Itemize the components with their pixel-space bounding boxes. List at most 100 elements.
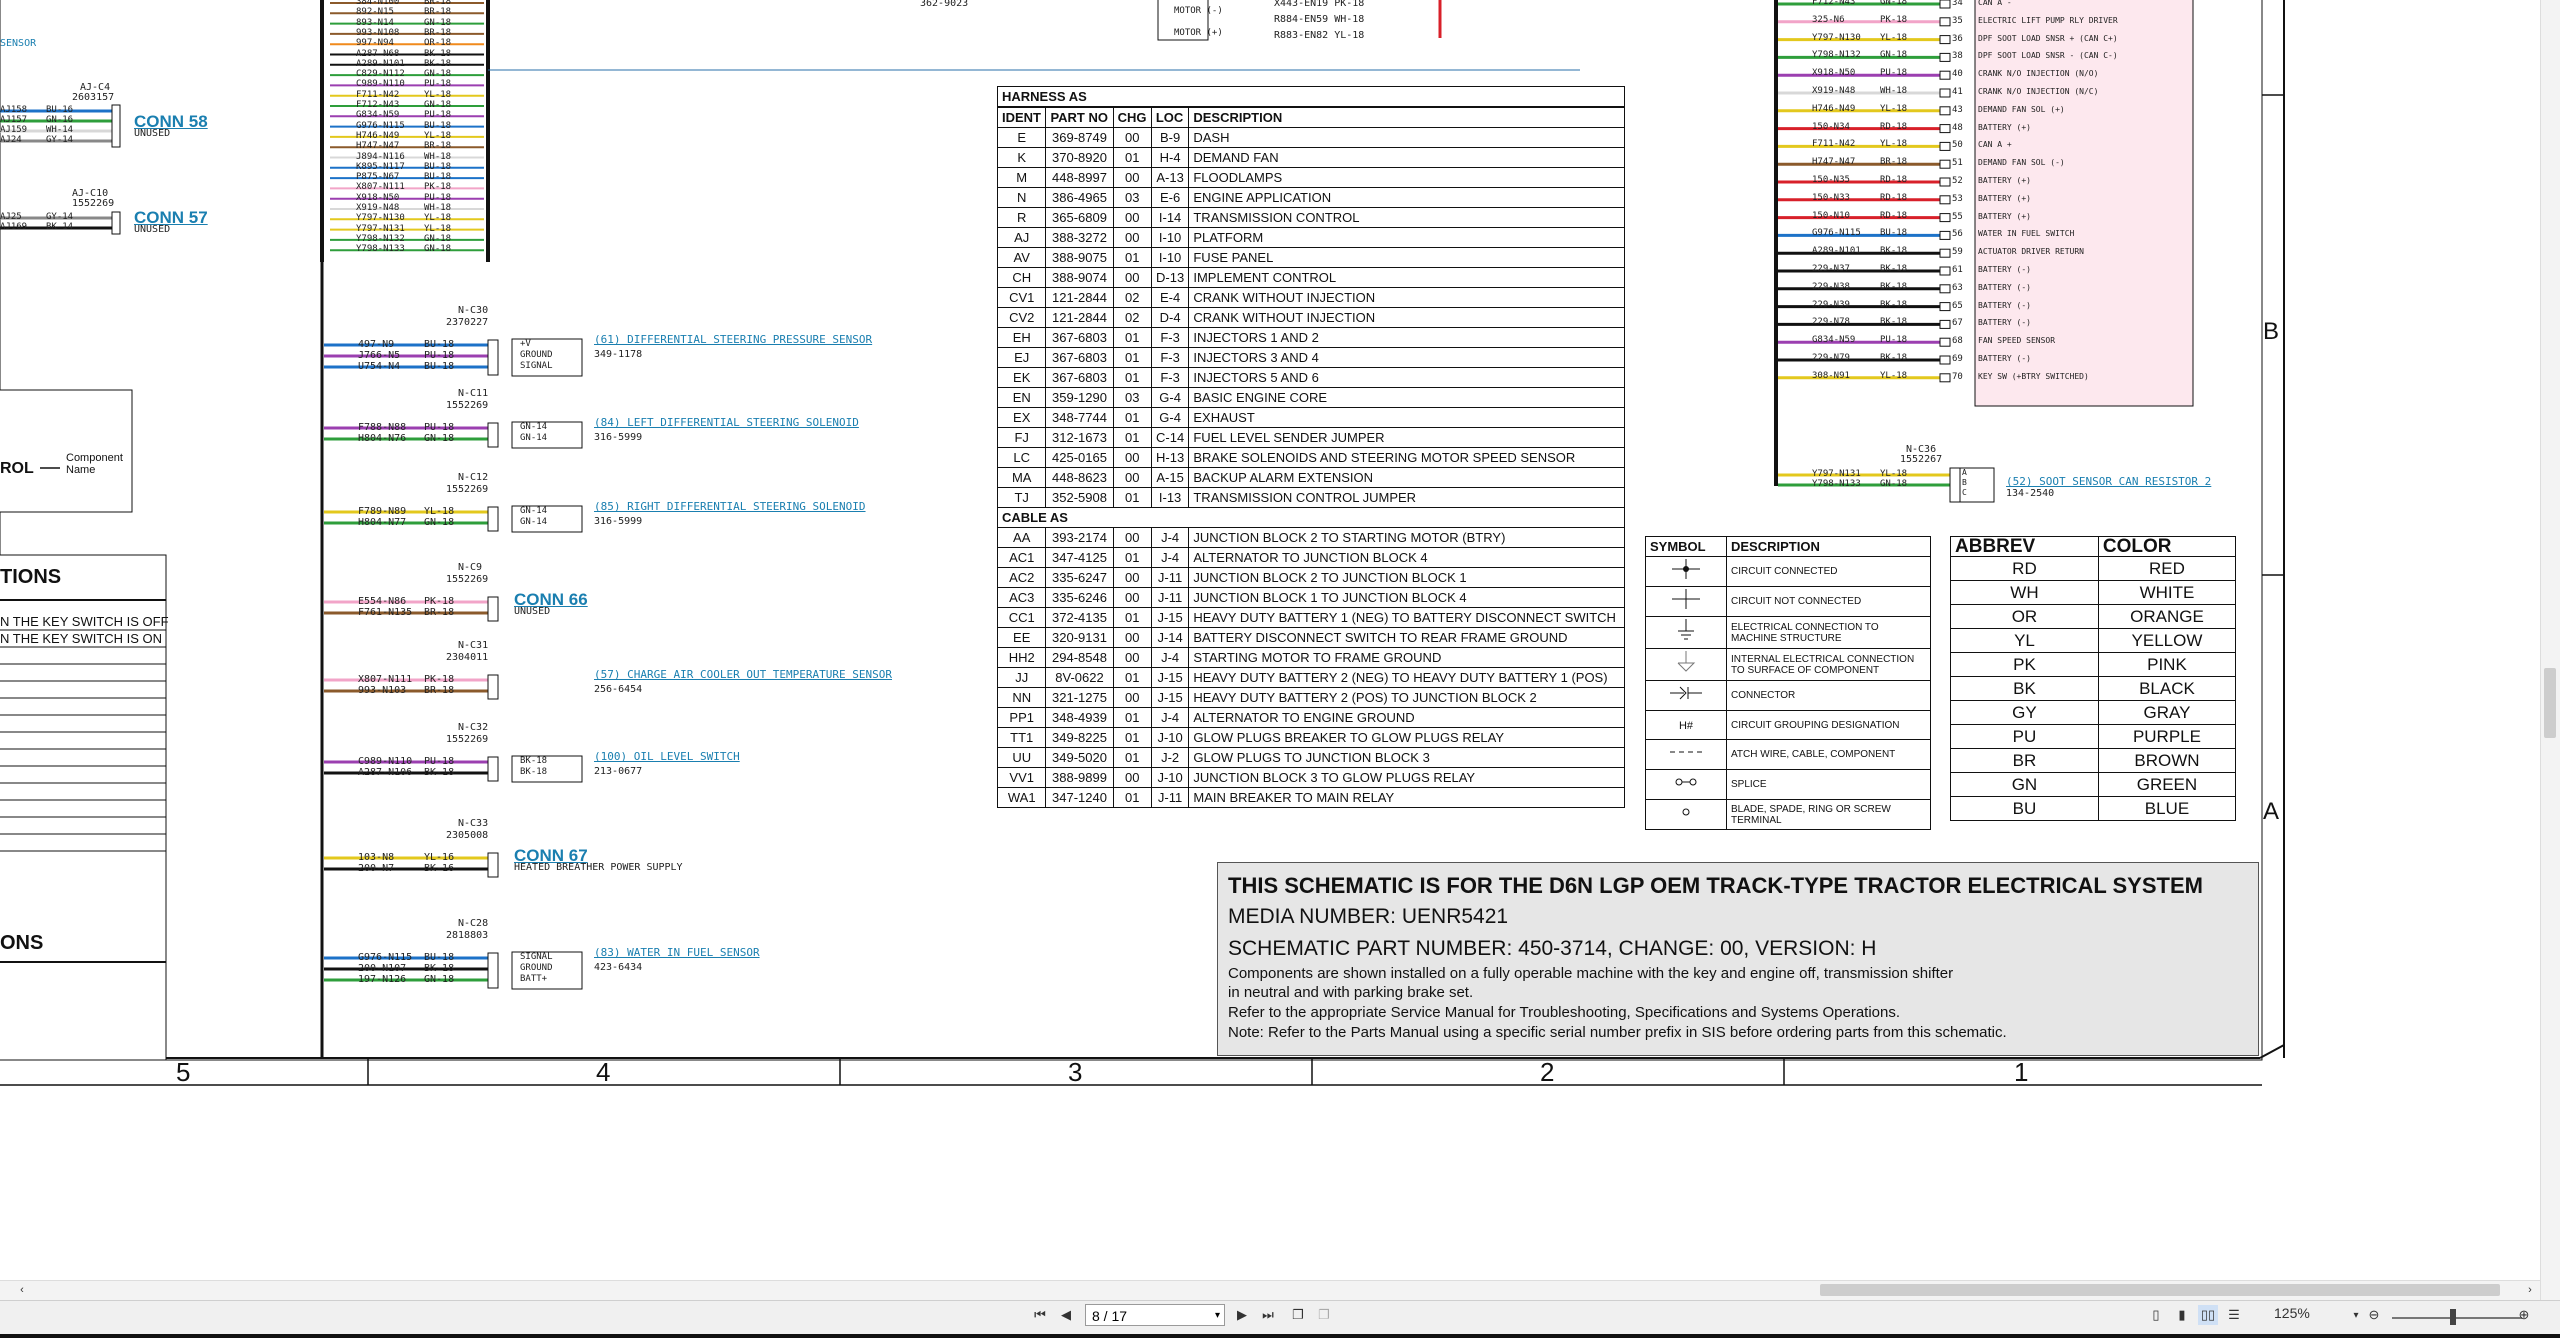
table-row: NN 321-1275 00 J-15 HEAVY DUTY BATTERY 2 (PO… [996, 687, 1625, 708]
table-row: EH 367-6803 01 F-3 INJECTORS 1 AND 2 [996, 327, 1625, 348]
symbol-table: SYMBOL DESCRIPTION CIRCUIT CONNECTED CIRCU… [1645, 536, 1931, 830]
scroll-right-icon[interactable]: › [2520, 1280, 2540, 1300]
scroll-left-icon[interactable]: ‹ [12, 1280, 32, 1300]
wire-id: 229-N78 [1812, 317, 1850, 328]
pin-number: 67 [1952, 318, 1963, 329]
wire-color: GN-18 [1880, 0, 1908, 7]
vertical-scroll-thumb[interactable] [2544, 668, 2556, 738]
component-link[interactable]: (83) WATER IN FUEL SENSOR [594, 946, 760, 959]
color-row: BU BLUE [1950, 796, 2237, 821]
pin-number: 35 [1952, 15, 1963, 26]
wire-id: F711-N42 [1812, 139, 1856, 150]
copy-page-icon[interactable]: ❐ [1288, 1305, 1308, 1325]
wire-color: RD-18 [1880, 175, 1908, 185]
horizontal-scroll-thumb[interactable] [1820, 1284, 2500, 1296]
table-cell: FLOODLAMPS [1188, 167, 1625, 188]
zoom-slider[interactable] [2392, 1317, 2522, 1319]
component-link[interactable]: (57) CHARGE AIR COOLER OUT TEMPERATURE S… [594, 668, 892, 681]
table-cell: ALTERNATOR TO JUNCTION BLOCK 4 [1188, 547, 1625, 568]
table-row: VV1 388-9899 00 J-10 JUNCTION BLOCK 3 TO GLO… [996, 767, 1625, 788]
wire-id: 229-N38 [1812, 281, 1850, 292]
wire-color: PU-18 [424, 79, 452, 90]
wire-id: 993-N103 [358, 685, 407, 696]
wire-color: PK-18 [424, 674, 455, 685]
title-line-2: MEDIA NUMBER: UENR5421 [1228, 905, 1509, 928]
color-cell: ORANGE [2097, 604, 2237, 629]
connector-part: 1552269 [446, 484, 489, 495]
zoom-out-icon[interactable]: ⊖ [2364, 1305, 2384, 1325]
zoom-slider-thumb[interactable] [2450, 1309, 2456, 1325]
first-page-icon[interactable]: ⏮ [1030, 1305, 1050, 1325]
continuous-view-icon[interactable]: ▮ [2172, 1305, 2192, 1325]
harness-header: LOC [1150, 106, 1190, 128]
grid-column-label: 5 [176, 1057, 191, 1087]
vertical-scrollbar[interactable] [2540, 0, 2560, 1300]
wire-id: 229-N39 [1812, 299, 1850, 310]
table-cell: 388-3272 [1045, 227, 1114, 248]
table-cell: INJECTORS 5 AND 6 [1188, 367, 1625, 388]
component-link[interactable]: (85) RIGHT DIFFERENTIAL STEERING SOLENOI… [594, 500, 866, 513]
zoom-level[interactable]: 125% [2274, 1305, 2310, 1321]
pin-label: GN-14 [520, 517, 548, 527]
table-cell: 121-2844 [1045, 287, 1114, 308]
zoom-dropdown-icon[interactable]: ▾ [2346, 1305, 2366, 1325]
legend-component-name: Component Name [66, 452, 123, 476]
table-cell: 335-6246 [1045, 587, 1114, 608]
prev-page-icon[interactable]: ◀ [1056, 1305, 1076, 1325]
pin-number: 36 [1952, 33, 1963, 44]
paste-page-icon[interactable]: ❐ [1314, 1305, 1334, 1325]
table-row: CH 388-9074 00 D-13 IMPLEMENT CONTROL [996, 267, 1625, 288]
pin-function: CRANK N/O INJECTION (N/C) [1978, 87, 2099, 96]
symbol-row: INTERNAL ELECTRICAL CONNECTION TO SURFAC… [1645, 648, 1931, 681]
wire-id: C989-N110 [358, 756, 413, 767]
fit-page-icon[interactable]: ☰ [2224, 1305, 2244, 1325]
last-page-icon[interactable]: ⏭ [1258, 1305, 1278, 1325]
table-row: CV1 121-2844 02 E-4 CRANK WITHOUT INJECTION [996, 287, 1625, 308]
wire-id: Y798-N132 [356, 233, 405, 244]
table-cell: 01 [1112, 347, 1152, 368]
table-row: TT1 349-8225 01 J-10 GLOW PLUGS BREAKER TO G… [996, 727, 1625, 748]
table-cell: CH [996, 267, 1047, 288]
table-cell: 393-2174 [1045, 527, 1114, 548]
wire-color: YL-18 [1880, 469, 1908, 479]
zoom-in-icon[interactable]: ⊕ [2514, 1305, 2534, 1325]
connector-id: N-C30 [458, 305, 489, 316]
wire-color: BK-18 [424, 48, 452, 59]
page-number-input[interactable]: 8 / 17 ▾ [1085, 1304, 1225, 1326]
wire-id: 384-N100 [356, 0, 400, 7]
pdf-viewer: 5 4 3 2 1 B A 384-N100 BR-18 892-N15 BR-18 893-N14 G… [0, 0, 2560, 1338]
component-link[interactable]: (52) SOOT SENSOR CAN RESISTOR 2 [2006, 475, 2211, 488]
wire-color: BU-18 [424, 120, 452, 131]
table-cell: 320-9131 [1045, 627, 1114, 648]
table-cell: H-13 [1150, 447, 1190, 468]
wire-id: Y797-N130 [356, 213, 405, 224]
harness-table: HARNESS AS IDENT PART NO CHG LOC DESCRIPTION… [996, 86, 1625, 808]
wire-id: C989-N110 [356, 79, 405, 90]
wire-id: AJ169 [0, 222, 28, 232]
table-cell: TRANSMISSION CONTROL JUMPER [1188, 487, 1625, 508]
wire-color: BK-18 [1880, 246, 1908, 257]
component-link[interactable]: (100) OIL LEVEL SWITCH [594, 750, 740, 763]
wire-color: YL-18 [1880, 32, 1908, 43]
table-cell: 00 [1112, 767, 1152, 788]
connector-part: 1552269 [446, 734, 489, 745]
chevron-down-icon[interactable]: ▾ [1215, 1305, 1220, 1327]
table-cell: 367-6803 [1045, 347, 1114, 368]
wire-color: PU-18 [424, 756, 455, 767]
next-page-icon[interactable]: ▶ [1232, 1305, 1252, 1325]
two-page-view-icon[interactable]: ▯▯ [2198, 1305, 2218, 1325]
wire-id: Y798-N133 [1812, 479, 1861, 489]
wire-id: A289-N101 [1812, 246, 1861, 257]
cable-title: CABLE AS [997, 507, 1625, 528]
table-cell: JUNCTION BLOCK 2 TO STARTING MOTOR (BTRY… [1188, 527, 1625, 548]
wire-id: 197-N126 [358, 974, 407, 985]
table-cell: EH [996, 327, 1047, 348]
table-cell: BACKUP ALARM EXTENSION [1188, 467, 1625, 488]
title-line-1: THIS SCHEMATIC IS FOR THE D6N LGP OEM TR… [1228, 873, 2203, 898]
single-page-view-icon[interactable]: ▯ [2146, 1305, 2166, 1325]
color-cell: BLACK [2097, 676, 2237, 701]
component-link[interactable]: (84) LEFT DIFFERENTIAL STEERING SOLENOID [594, 416, 859, 429]
wire-color: PU-18 [424, 110, 452, 121]
table-cell: 01 [1112, 327, 1152, 348]
component-link[interactable]: (61) DIFFERENTIAL STEERING PRESSURE SENS… [594, 333, 872, 346]
